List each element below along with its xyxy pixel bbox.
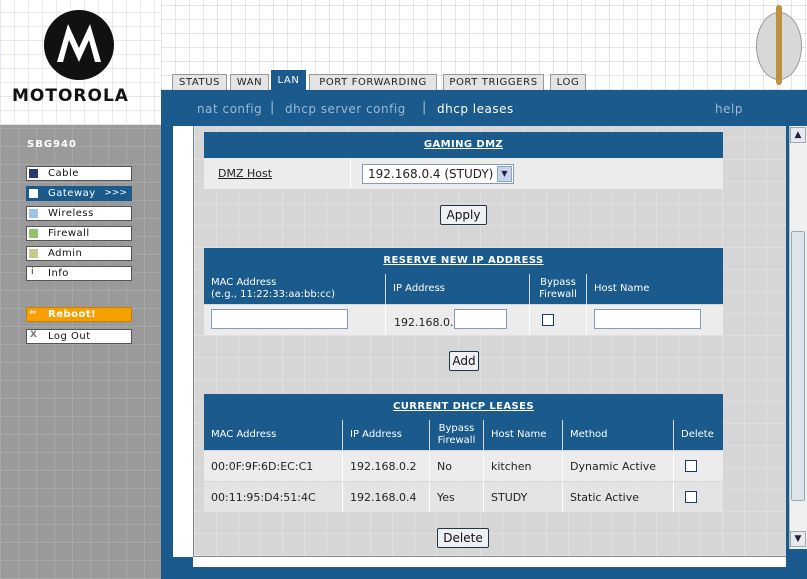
ip-suffix-input[interactable] [454, 309, 507, 329]
dmz-host-label: DMZ Host [218, 167, 273, 180]
scroll-up-icon[interactable]: ▲ [790, 127, 806, 143]
apply-button[interactable]: Apply [440, 205, 487, 225]
lease-method: Dynamic Active [570, 460, 657, 473]
delete-checkbox[interactable] [685, 491, 697, 503]
surfboard-emblem-icon [756, 5, 802, 85]
col-hint: (e.g., 11:22:33:aa:bb:cc) [211, 289, 335, 300]
leases-col-ip: IP Address [343, 420, 429, 450]
subnav-nat-config[interactable]: nat config [197, 102, 262, 116]
frame-gutter [173, 126, 193, 557]
scroll-thumb[interactable] [791, 231, 805, 501]
leases-col-delete: Delete [674, 420, 723, 450]
lease-host: kitchen [491, 460, 532, 473]
dmz-section-title: GAMING DMZ [204, 132, 723, 158]
close-icon: X [30, 330, 37, 340]
bypass-firewall-checkbox[interactable] [542, 314, 554, 326]
subnav-separator: | [422, 100, 427, 115]
host-name-input[interactable] [594, 309, 701, 329]
dmz-host-value: 192.168.0.4 (STUDY) [368, 167, 494, 181]
sidebar-item-wireless[interactable]: Wireless [26, 206, 132, 221]
sidebar-item-cable[interactable]: Cable [26, 166, 132, 181]
lease-ip: 192.168.0.4 [350, 491, 417, 504]
chevron-right-icon: >>> [104, 188, 127, 198]
lease-bypass: No [437, 460, 452, 473]
reserve-section-title: RESERVE NEW IP ADDRESS [204, 248, 723, 274]
leases-section-title: CURRENT DHCP LEASES [204, 394, 723, 420]
frame-border [161, 567, 807, 579]
sidebar-item-label: Firewall [48, 228, 90, 239]
motorola-logo-icon [44, 10, 114, 80]
lease-mac: 00:0F:9F:6D:EC:C1 [211, 460, 314, 473]
vertical-scrollbar[interactable]: ▲ ▼ [789, 126, 807, 549]
tab-lan[interactable]: LAN [271, 70, 306, 90]
leases-col-host: Host Name [484, 420, 562, 450]
reserve-col-mac: MAC Address (e.g., 11:22:33:aa:bb:cc) [204, 274, 385, 304]
tab-log[interactable]: LOG [550, 74, 586, 90]
lease-mac: 00:11:95:D4:51:4C [211, 491, 316, 504]
reboot-button[interactable]: ⇦ Reboot! [26, 307, 132, 322]
subnav-help[interactable]: help [715, 102, 743, 116]
sidebar-item-label: Log Out [48, 331, 91, 342]
sidebar-item-label: Reboot! [48, 309, 97, 320]
sidebar-item-label: Info [48, 268, 69, 279]
model-name: SBG940 [27, 139, 77, 150]
sidebar-item-label: Gateway [48, 188, 96, 199]
sidebar-item-info[interactable]: i Info [26, 266, 132, 281]
lease-method: Static Active [570, 491, 639, 504]
reserve-col-ip: IP Address [386, 274, 529, 304]
sidebar-item-firewall[interactable]: Firewall [26, 226, 132, 241]
brand-name: MOTOROLA [12, 86, 129, 106]
tab-port-triggers[interactable]: PORT TRIGGERS [443, 74, 544, 90]
reserve-col-host: Host Name [587, 274, 723, 304]
tab-port-forwarding[interactable]: PORT FORWARDING [309, 74, 437, 90]
delete-button[interactable]: Delete [437, 528, 489, 548]
leases-col-mac: MAC Address [204, 420, 342, 450]
leases-col-bypass: Bypass Firewall [430, 420, 483, 450]
sidebar-item-admin[interactable]: Admin [26, 246, 132, 261]
subnav-dhcp-leases[interactable]: dhcp leases [437, 102, 514, 116]
subnav-separator: | [270, 100, 275, 115]
lease-ip: 192.168.0.2 [350, 460, 417, 473]
col-label: Bypass [540, 277, 576, 288]
chevron-down-icon[interactable]: ▼ [497, 166, 512, 182]
lease-host: STUDY [491, 491, 528, 504]
info-icon: i [31, 267, 34, 277]
scroll-down-icon[interactable]: ▼ [790, 531, 806, 547]
col-label: Firewall [539, 289, 577, 300]
sidebar-item-gateway[interactable]: Gateway >>> [26, 186, 132, 201]
leases-col-method: Method [563, 420, 673, 450]
delete-checkbox[interactable] [685, 460, 697, 472]
sidebar-item-label: Wireless [48, 208, 94, 219]
add-button[interactable]: Add [449, 351, 479, 371]
sidebar-item-label: Cable [48, 168, 79, 179]
col-label: Firewall [437, 435, 476, 446]
mac-address-input[interactable] [211, 309, 348, 329]
col-label: MAC Address [211, 277, 277, 288]
sidebar-item-label: Admin [48, 248, 83, 259]
reserve-col-bypass: Bypass Firewall [530, 274, 586, 304]
logout-button[interactable]: X Log Out [26, 329, 132, 344]
tab-wan[interactable]: WAN [230, 74, 269, 90]
admin-icon [29, 249, 38, 258]
subnav-dhcp-server-config[interactable]: dhcp server config [285, 102, 406, 116]
gateway-icon [29, 189, 38, 198]
cable-icon [29, 169, 38, 178]
lease-bypass: Yes [437, 491, 455, 504]
dmz-host-select[interactable]: 192.168.0.4 (STUDY) ▼ [362, 164, 514, 184]
col-label: Bypass [438, 423, 475, 434]
tab-status[interactable]: STATUS [172, 74, 227, 90]
firewall-icon [29, 229, 38, 238]
wireless-icon [29, 209, 38, 218]
ip-prefix: 192.168.0. [394, 316, 454, 329]
reboot-icon: ⇦ [29, 308, 37, 318]
